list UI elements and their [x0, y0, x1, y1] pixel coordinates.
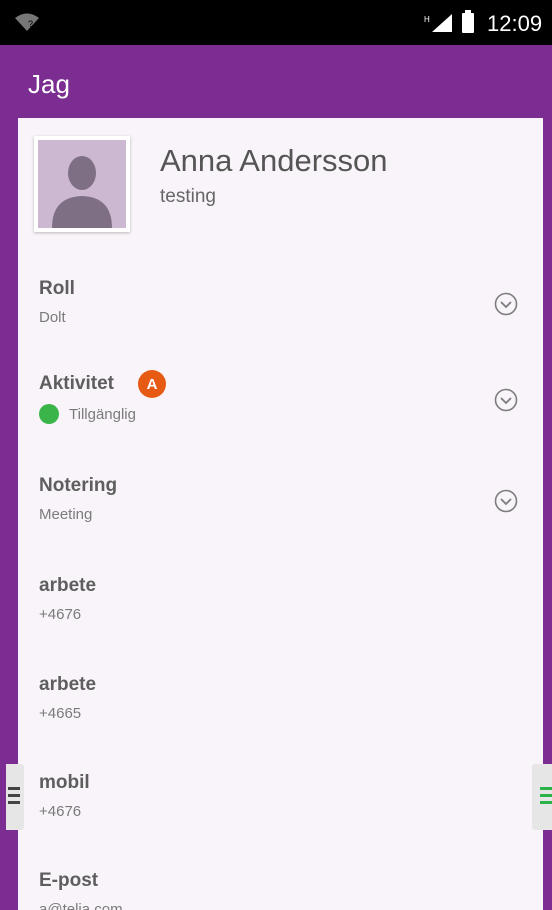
field-phone-mobile[interactable]: mobil +4676 [39, 772, 90, 820]
field-label: Roll [39, 278, 75, 299]
right-drawer-handle[interactable] [532, 764, 552, 830]
wifi-icon: ? [15, 13, 39, 31]
left-drawer-handle[interactable] [6, 764, 24, 830]
field-value: a@telia.com [39, 901, 123, 910]
battery-icon [462, 10, 474, 33]
profile-name: Anna Andersson [160, 143, 388, 178]
field-value: Tillgänglig [69, 405, 136, 423]
field-label: Aktivitet [39, 373, 114, 394]
field-label: mobil [39, 772, 90, 793]
annotation-badge: A [138, 370, 166, 398]
profile-subtitle: testing [160, 186, 216, 207]
chevron-down-icon[interactable] [494, 292, 518, 316]
chevron-down-icon[interactable] [494, 388, 518, 412]
svg-text:H: H [424, 15, 430, 24]
field-value: Meeting [39, 506, 93, 523]
page-title: Jag [28, 69, 70, 99]
avatar[interactable] [34, 136, 130, 232]
field-value: Dolt [39, 309, 66, 326]
field-label: Notering [39, 475, 118, 496]
field-value: +4665 [39, 705, 82, 722]
field-aktivitet: Aktivitet Tillgänglig [39, 373, 136, 424]
field-value: +4676 [39, 606, 82, 623]
svg-text:?: ? [28, 19, 33, 29]
person-icon [52, 156, 112, 228]
field-label: arbete [39, 575, 97, 596]
field-email[interactable]: E-post a@telia.com [39, 870, 123, 910]
field-roll: Roll Dolt [39, 278, 75, 326]
chevron-down-icon[interactable] [494, 489, 518, 513]
menu-icon [540, 787, 552, 808]
field-phone-work[interactable]: arbete +4676 [39, 575, 96, 623]
app-bar: Jag [0, 45, 552, 117]
field-value: +4676 [39, 803, 82, 820]
clock: 12:09 [487, 11, 543, 36]
signal-icon: H [424, 14, 452, 32]
field-label: E-post [39, 870, 99, 891]
status-bar: ? H 12:09 [0, 0, 552, 45]
field-label: arbete [39, 674, 97, 695]
field-notering: Notering Meeting [39, 475, 117, 523]
status-dot [39, 404, 59, 424]
profile-card: Anna Andersson testing Roll Dolt Aktivit… [18, 118, 543, 910]
menu-icon [8, 787, 20, 808]
field-phone-work-2[interactable]: arbete +4665 [39, 674, 96, 722]
